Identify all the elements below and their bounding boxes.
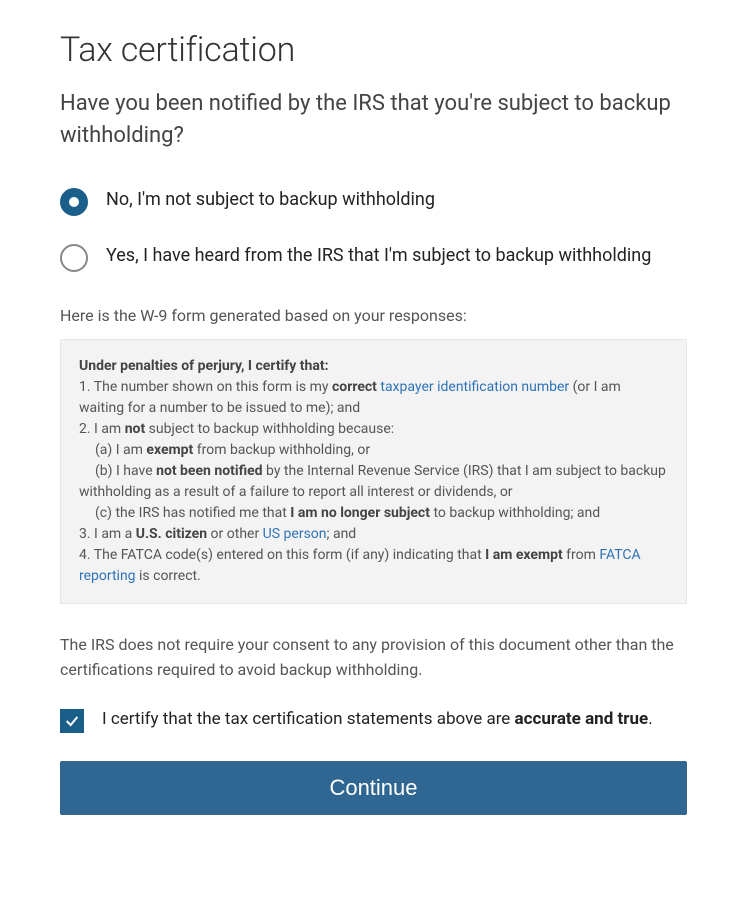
radio-icon: [60, 188, 88, 216]
radio-icon: [60, 244, 88, 272]
check-icon: [64, 713, 80, 729]
backup-withholding-radio-group: No, I'm not subject to backup withholdin…: [60, 186, 687, 272]
w9-item-2b: (b) I have not been notified: [95, 463, 263, 479]
certify-row: I certify that the tax certification sta…: [60, 707, 687, 733]
w9-certification-box: Under penalties of perjury, I certify th…: [60, 339, 687, 604]
continue-button[interactable]: Continue: [60, 761, 687, 815]
w9-intro: Here is the W-9 form generated based on …: [60, 306, 687, 325]
irs-note: The IRS does not require your consent to…: [60, 632, 687, 683]
link-us-person[interactable]: US person: [263, 526, 327, 542]
w9-item-2c: (c) the IRS has notified me that I am no…: [95, 505, 430, 521]
radio-label-no: No, I'm not subject to backup withholdin…: [106, 186, 435, 213]
radio-label-yes: Yes, I have heard from the IRS that I'm …: [106, 242, 651, 269]
w9-head: Under penalties of perjury, I certify th…: [79, 356, 668, 377]
w9-item-1: 1. The number shown on this form is my c…: [79, 379, 621, 416]
radio-option-no[interactable]: No, I'm not subject to backup withholdin…: [60, 186, 687, 216]
certify-label: I certify that the tax certification sta…: [102, 707, 653, 733]
w9-item-4: 4. The FATCA code(s) entered on this for…: [79, 547, 641, 584]
question-text: Have you been notified by the IRS that y…: [60, 88, 687, 152]
w9-item-2: 2. I am not subject to backup withholdin…: [79, 421, 394, 437]
w9-item-2a: (a) I am exempt from backup withholding,…: [95, 440, 668, 461]
w9-item-3: 3. I am a U.S. citizen or other US perso…: [79, 526, 356, 542]
radio-option-yes[interactable]: Yes, I have heard from the IRS that I'm …: [60, 242, 687, 272]
link-tin[interactable]: taxpayer identification number: [380, 379, 569, 395]
certify-checkbox[interactable]: [60, 709, 84, 733]
page-title: Tax certification: [60, 30, 687, 70]
